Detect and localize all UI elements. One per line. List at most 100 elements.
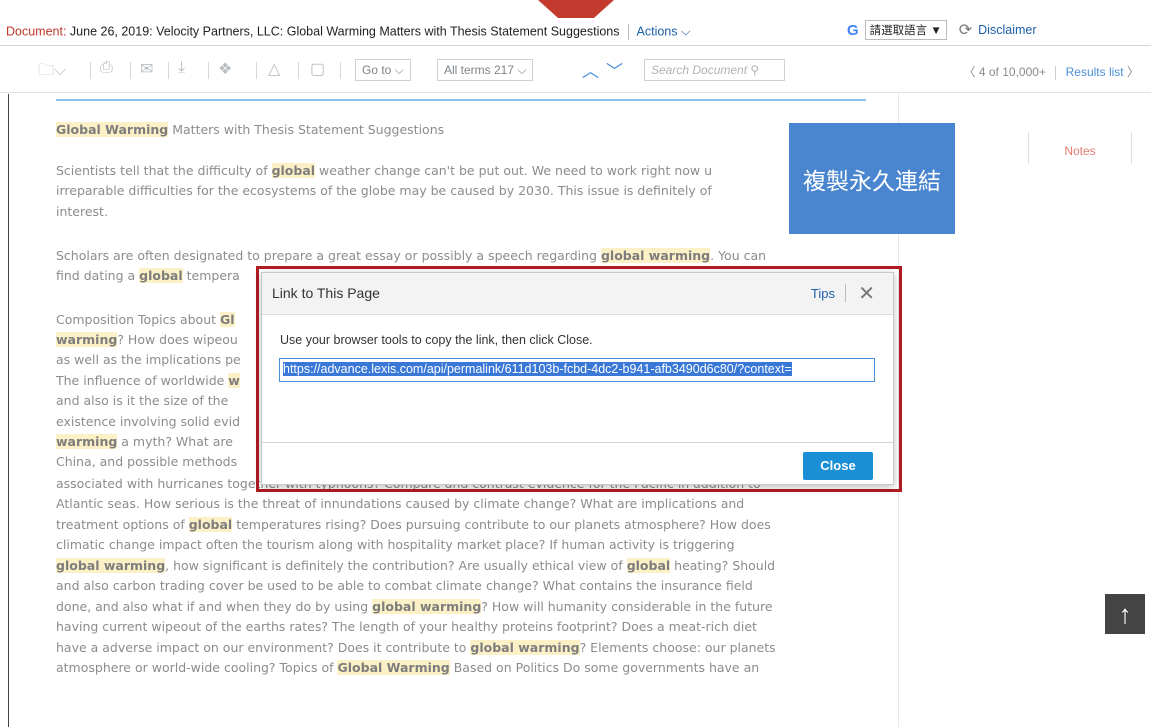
search-term-highlight: global (139, 268, 183, 283)
text-line: have a adverse impact on our environment… (56, 638, 866, 659)
text-span: Scholars are often designated to prepare… (56, 248, 601, 263)
permalink-field[interactable]: https://advance.lexis.com/api/permalink/… (279, 358, 875, 382)
download-icon[interactable]: ⤓ (178, 59, 185, 77)
text-line: Scientists tell that the difficulty of g… (56, 161, 866, 182)
divider (298, 62, 299, 79)
divider (627, 24, 629, 40)
permalink-text[interactable]: https://advance.lexis.com/api/permalink/… (283, 362, 792, 376)
search-term-highlight: warming (56, 332, 118, 347)
notes-tab-label: Notes (1064, 144, 1096, 158)
text-line: climatic change impact often the tourism… (56, 535, 866, 556)
dropbox-icon[interactable]: ❖ (218, 59, 232, 79)
document-toolbar: 🗀⌵ ⎙ ✉ ⤓ ❖ △ ▢ Go to ⌵ All terms 217 ⌵ ︿… (0, 47, 1151, 93)
document-label: Document: (6, 24, 67, 39)
copy-permalink-callout: 複製永久連結 (789, 123, 955, 234)
close-icon[interactable]: ✕ (858, 281, 875, 306)
translate-widget: G 請選取語言 ▼ ⟳ Disclaimer (847, 20, 1037, 40)
text-span: China, and possible methods (56, 454, 238, 469)
text-line: global warming, how significant is defin… (56, 556, 866, 577)
text-span: find dating a (56, 268, 140, 283)
search-term-highlight: Gl (220, 312, 235, 327)
divider (130, 62, 131, 79)
text-span: ? How does wipeou (117, 332, 238, 347)
text-span: existence involving solid evid (56, 414, 241, 429)
search-document-input[interactable]: Search Document ⚲ (644, 59, 785, 81)
text-line: treatment options of global temperatures… (56, 515, 866, 536)
previous-result-icon[interactable]: 〈 (964, 65, 976, 79)
divider (845, 284, 846, 302)
text-span: done, and also what if and when they do … (56, 599, 373, 614)
search-term-highlight: Global Warming (337, 660, 450, 675)
text-span: Atlantic seas. How serious is the threat… (56, 496, 745, 511)
dialog-title: Link to This Page (272, 285, 380, 301)
divider (340, 62, 341, 79)
document-header: Document: June 26, 2019: Velocity Partne… (0, 18, 1151, 46)
document-title: Document: June 26, 2019: Velocity Partne… (6, 24, 690, 40)
goto-select[interactable]: Go to ⌵ (355, 59, 411, 81)
left-border (8, 94, 9, 727)
text-span: a myth? What are (117, 434, 233, 449)
text-span: climatic change impact often the tourism… (56, 537, 735, 552)
search-term-highlight: warming (56, 434, 118, 449)
divider (1055, 65, 1057, 80)
email-icon[interactable]: ✉ (140, 59, 153, 79)
search-term-highlight: global (626, 558, 671, 573)
close-button[interactable]: Close (803, 452, 873, 480)
text-span: interest. (56, 204, 108, 219)
text-span: irreparable difficulties for the ecosyst… (56, 183, 712, 198)
results-list-link[interactable]: Results list (1066, 65, 1124, 79)
page-icon[interactable]: ▢ (310, 59, 325, 79)
divider (256, 62, 257, 79)
divider (168, 62, 169, 79)
refresh-icon[interactable]: ⟳ (959, 20, 972, 40)
text-span: Based on Politics Do some governments ha… (449, 660, 760, 675)
next-result-icon[interactable]: 〉 (1127, 65, 1139, 79)
divider (90, 62, 91, 79)
text-line: interest. (56, 202, 866, 223)
text-span: having current wipeout of the earths rat… (56, 619, 757, 634)
google-icon: G (847, 21, 859, 39)
tab-notes[interactable]: Notes (1028, 132, 1132, 164)
search-term-highlight: global (271, 163, 316, 178)
previous-term-icon[interactable]: ︿ (582, 57, 599, 82)
all-terms-select[interactable]: All terms 217 ⌵ (437, 59, 534, 81)
results-navigation: 〈 4 of 10,000+ Results list 〉 (964, 63, 1139, 80)
text-line: atmosphere or world-wide cooling? Topics… (56, 658, 866, 679)
language-select[interactable]: 請選取語言 ▼ (864, 20, 947, 40)
tips-link[interactable]: Tips (811, 286, 835, 301)
search-term-highlight: global warming (470, 640, 580, 655)
next-term-icon[interactable]: ﹀ (606, 57, 623, 82)
text-line: Scholars are often designated to prepare… (56, 246, 866, 267)
document-title-text: June 26, 2019: Velocity Partners, LLC: G… (66, 24, 620, 39)
text-span: temperatures rising? Does pursuing contr… (232, 517, 771, 532)
text-span: The influence of worldwide (56, 373, 229, 388)
document-divider (56, 99, 866, 101)
text-span: atmosphere or world-wide cooling? Topics… (56, 660, 338, 675)
search-term-highlight: global warming (600, 248, 711, 263)
text-line: and also carbon trading cover be used to… (56, 576, 866, 597)
disclaimer-link[interactable]: Disclaimer (978, 23, 1036, 37)
search-term-highlight: global warming (56, 558, 166, 573)
text-line: irreparable difficulties for the ecosyst… (56, 181, 866, 202)
article-title: Global Warming Matters with Thesis State… (56, 120, 866, 141)
search-term-highlight: global warming (372, 599, 482, 614)
arrow-up-icon[interactable]: ↑ (1105, 594, 1145, 634)
text-span: ? How will humanity considerable in the … (481, 599, 773, 614)
drive-icon[interactable]: △ (268, 59, 280, 79)
text-line: done, and also what if and when they do … (56, 597, 866, 618)
text-line: Atlantic seas. How serious is the threat… (56, 494, 866, 515)
result-position: 4 of 10,000+ (978, 65, 1046, 79)
text-span: . You can (710, 248, 767, 263)
actions-menu[interactable]: Actions ⌵ (637, 24, 691, 38)
text-span: and also carbon trading cover be used to… (56, 578, 753, 593)
search-icon[interactable]: ⚲ (750, 63, 759, 77)
divider (262, 442, 893, 443)
search-placeholder: Search Document (651, 63, 748, 77)
dialog-message: Use your browser tools to copy the link,… (280, 333, 593, 347)
text-span: and also is it the size of the (56, 393, 229, 408)
link-dialog: Link to This Page Tips ✕ Use your browse… (261, 272, 894, 485)
text-span: weather change can't be put out. We need… (315, 163, 713, 178)
text-span: as well as the implications pe (56, 352, 241, 367)
print-icon[interactable]: ⎙ (100, 59, 113, 77)
folder-icon[interactable]: 🗀⌵ (38, 59, 66, 86)
